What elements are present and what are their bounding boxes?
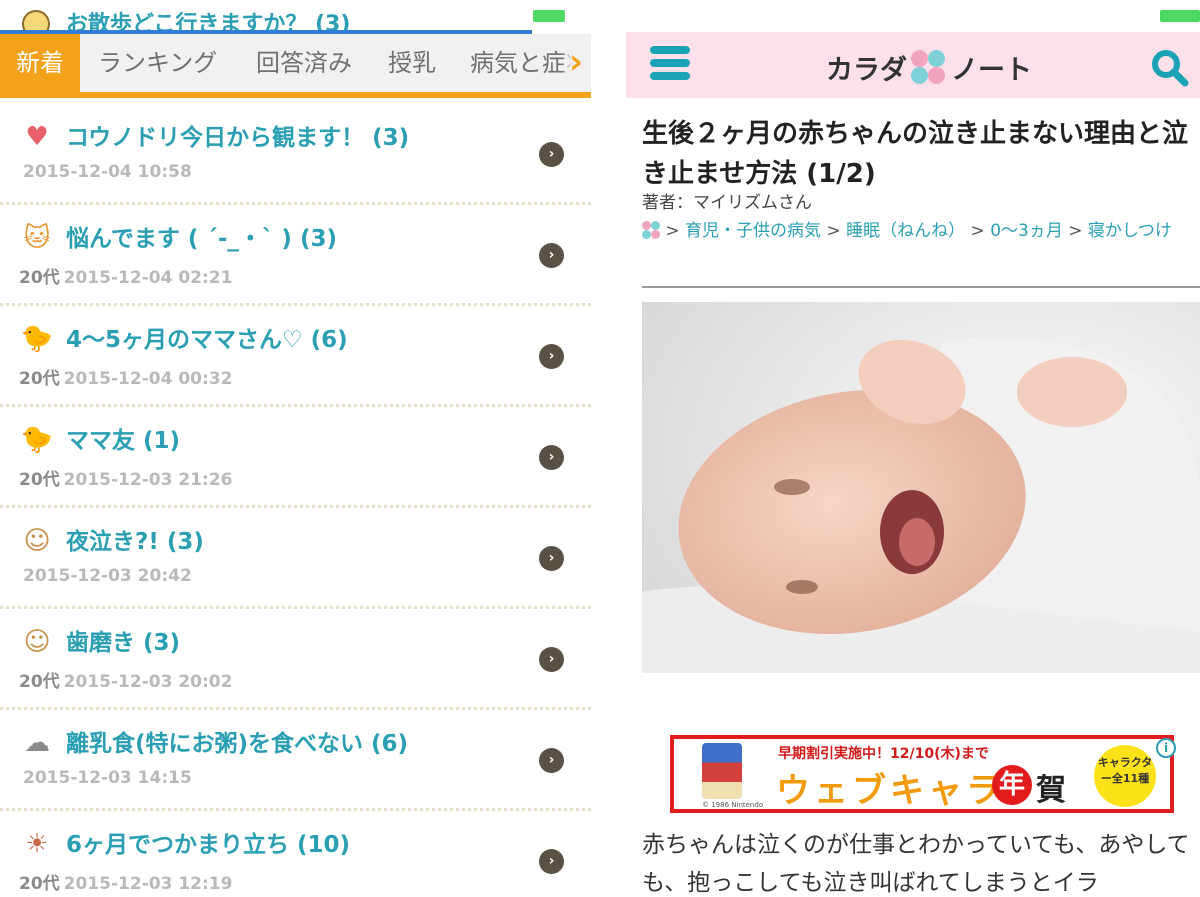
thread-meta: 2015-12-03 14:15 [19,768,192,788]
poster-age: 20代 [19,369,60,389]
chevron-right-icon[interactable]: › [539,546,564,571]
thread-row[interactable]: ☺ 夜泣き?! (3) 2015-12-03 20:42 › [0,508,591,609]
chick-icon: 🐤 [20,324,54,354]
thread-date: 2015-12-04 00:32 [63,369,233,389]
article-author: 著者：マイリズムさん [642,193,812,213]
article-screen: カラダ ノート 生後２ヶ月の赤ちゃんの泣き止まない理由と泣き止ませ方法 (1/2… [626,0,1200,897]
thread-title: 離乳食(特にお粥)を食べない (6) [66,731,409,757]
poster-age: 20代 [19,470,60,490]
thread-meta: 2015-12-03 20:42 [19,566,192,586]
battery-icon [1160,10,1200,22]
search-icon[interactable] [1150,48,1190,88]
thread-date: 2015-12-04 10:58 [23,162,192,182]
thread-title: コウノドリ今日から観ます！ (3) [66,125,410,151]
baby-face-icon: ☺ [23,627,51,657]
breadcrumb-link[interactable]: 0〜3ヵ月 [990,221,1063,241]
scrolled-previous-item: お散歩どこ行きますか？ (3) [0,0,591,34]
heart-icon: ♥ [25,122,49,152]
clover-logo-icon [911,49,947,86]
thread-title: 6ヶ月でつかまり立ち (10) [66,832,351,858]
consultation-list-screen: お散歩どこ行きますか？ (3) 新着 ランキング 回答済み 授乳 病気と症状 ›… [0,0,591,897]
article-body: 赤ちゃんは泣くのが仕事とわかっていても、あやしても、抱っこしても泣き叫ばれてしま… [642,832,1190,896]
ad-character-count-badge: キャラクター全11種 [1094,745,1156,807]
poster-age: 20代 [19,268,60,288]
cloud-icon: ☁ [24,728,50,758]
breadcrumb-link[interactable]: 育児・子供の病気 [685,221,821,241]
advertisement-banner[interactable]: © 1986 Nintendo 早期割引実施中！12/10(木)まで ウェブキャ… [670,735,1174,813]
sun-icon: ☀ [25,829,49,859]
thread-row[interactable]: 🐱 悩んでます ( ´-_・` ) (3) 20代 2015-12-04 02:21 › [0,205,591,306]
thread-meta: 20代 2015-12-04 02:21 [19,263,232,288]
thread-row[interactable]: 🐤 4〜5ヶ月のママさん♡ (6) 20代 2015-12-04 00:32 › [0,306,591,407]
battery-icon [533,10,565,22]
thread-meta: 2015-12-04 10:58 [19,162,192,182]
article-title: 生後２ヶ月の赤ちゃんの泣き止まない理由と泣き止ませ方法 (1/2) [642,119,1189,189]
poster-age: 20代 [19,672,60,692]
thread-meta: 20代 2015-12-03 20:02 [19,667,232,692]
divider [642,286,1200,288]
chevron-right-icon[interactable]: › [539,647,564,672]
thread-row[interactable]: ☀ 6ヶ月でつかまり立ち (10) 20代 2015-12-03 12:19 › [0,811,591,897]
thread-list: ♥ コウノドリ今日から観ます！ (3) 2015-12-04 10:58 › 🐱 悩んでま… [0,104,591,897]
category-tab-bar: 新着 ランキング 回答済み 授乳 病気と症状 › [0,34,591,98]
tab-new[interactable]: 新着 [0,34,80,92]
site-header: カラダ ノート [626,32,1200,98]
logo-text-note: ノート [951,55,1032,86]
poster-age: 20代 [19,874,60,894]
thread-meta: 20代 2015-12-03 21:26 [19,465,232,490]
thread-date: 2015-12-03 20:02 [63,672,233,692]
site-logo[interactable]: カラダ ノート [826,48,1032,87]
ad-nen-badge: 年 [992,765,1032,805]
thread-date: 2015-12-03 12:19 [63,874,233,894]
thread-title: ママ友 (1) [66,428,181,454]
crying-baby-photo [642,302,1200,673]
thread-row[interactable]: ♥ コウノドリ今日から観ます！ (3) 2015-12-04 10:58 › [0,104,591,205]
clover-home-icon[interactable] [642,221,660,239]
chevron-right-icon[interactable]: › [539,243,564,268]
breadcrumb: > 育児・子供の病気 > 睡眠（ねんね） > 0〜3ヵ月 > 寝かしつけ [642,216,1194,246]
breadcrumb-link[interactable]: 寝かしつけ [1088,221,1172,241]
thread-title: 悩んでます ( ´-_・` ) (3) [66,226,337,252]
thread-title: 4〜5ヶ月のママさん♡ (6) [66,327,348,353]
chick-icon: 🐤 [20,425,54,455]
thread-row[interactable]: ☺ 歯磨き (3) 20代 2015-12-03 20:02 › [0,609,591,710]
thread-title: 歯磨き (3) [66,630,181,656]
ad-headline: ウェブキャラ [776,771,1004,811]
thread-title: 夜泣き?! (3) [66,529,204,555]
baby-face-icon: ☺ [23,526,51,556]
thread-date: 2015-12-03 20:42 [23,566,192,586]
chevron-right-icon[interactable]: › [539,344,564,369]
thread-meta: 20代 2015-12-03 12:19 [19,869,232,894]
chevron-right-icon[interactable]: › [539,748,564,773]
character-sprite-icon [702,743,742,799]
ad-tagline: 早期割引実施中！12/10(木)まで [778,746,989,762]
hamburger-menu-icon[interactable] [650,46,690,86]
chevron-right-icon[interactable]: › [539,142,564,167]
thread-date: 2015-12-03 14:15 [23,768,192,788]
thread-date: 2015-12-04 02:21 [63,268,233,288]
thread-date: 2015-12-03 21:26 [63,470,233,490]
thread-meta: 20代 2015-12-04 00:32 [19,364,232,389]
tab-scroll-right-icon[interactable]: › [561,34,591,92]
ad-info-icon[interactable]: i [1156,738,1176,758]
tab-answered[interactable]: 回答済み [256,34,352,92]
tab-breastfeeding[interactable]: 授乳 [388,34,436,92]
ad-ga-text: 賀 [1036,773,1066,808]
breadcrumb-link[interactable]: 睡眠（ねんね） [846,221,965,241]
tab-ranking[interactable]: ランキング [98,34,217,92]
chevron-right-icon[interactable]: › [539,849,564,874]
cat-icon: 🐱 [23,223,51,253]
thread-row[interactable]: 🐤 ママ友 (1) 20代 2015-12-03 21:26 › [0,407,591,508]
logo-text-karada: カラダ [826,55,907,86]
ad-copyright: © 1986 Nintendo [702,801,764,809]
thread-row[interactable]: ☁ 離乳食(特にお粥)を食べない (6) 2015-12-03 14:15 › [0,710,591,811]
chevron-right-icon[interactable]: › [539,445,564,470]
